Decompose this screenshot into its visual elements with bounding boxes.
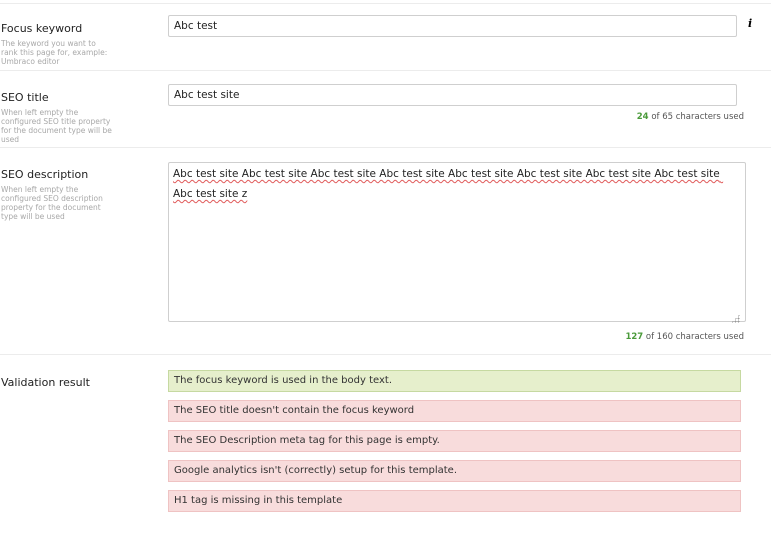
seo-description-count: 127 bbox=[625, 332, 644, 342]
seo-title-counter: 24 of 65 characters used bbox=[637, 112, 744, 122]
seo-description-description: When left empty the configured SEO descr… bbox=[1, 185, 103, 221]
seo-title-description: When left empty the configured SEO title… bbox=[1, 108, 112, 144]
seo-title-label: SEO title bbox=[1, 91, 49, 104]
seo-description-counter: 127 of 160 characters used bbox=[625, 332, 744, 342]
seo-description-textarea[interactable]: Abc test site Abc test site Abc test sit… bbox=[168, 162, 746, 322]
seo-title-count: 24 bbox=[636, 112, 649, 122]
seo-title-count-suffix: of 65 characters used bbox=[651, 112, 744, 122]
section-divider bbox=[0, 354, 771, 355]
focus-keyword-input[interactable] bbox=[168, 15, 737, 37]
validation-result-success: The focus keyword is used in the body te… bbox=[168, 370, 741, 392]
top-divider bbox=[0, 3, 771, 4]
focus-keyword-description: The keyword you want to rank this page f… bbox=[1, 39, 108, 66]
info-icon[interactable]: i bbox=[748, 17, 752, 30]
seo-title-input[interactable] bbox=[168, 84, 737, 106]
validation-result-error: H1 tag is missing in this template bbox=[168, 490, 741, 512]
validation-label: Validation result bbox=[1, 376, 90, 389]
section-divider bbox=[0, 147, 771, 148]
validation-result-error: The SEO title doesn't contain the focus … bbox=[168, 400, 741, 422]
validation-result-error: The SEO Description meta tag for this pa… bbox=[168, 430, 741, 452]
seo-description-label: SEO description bbox=[1, 168, 89, 181]
focus-keyword-label: Focus keyword bbox=[1, 22, 83, 35]
seo-description-count-suffix: of 160 characters used bbox=[645, 332, 744, 342]
section-divider bbox=[0, 70, 771, 71]
validation-result-error: Google analytics isn't (correctly) setup… bbox=[168, 460, 741, 482]
